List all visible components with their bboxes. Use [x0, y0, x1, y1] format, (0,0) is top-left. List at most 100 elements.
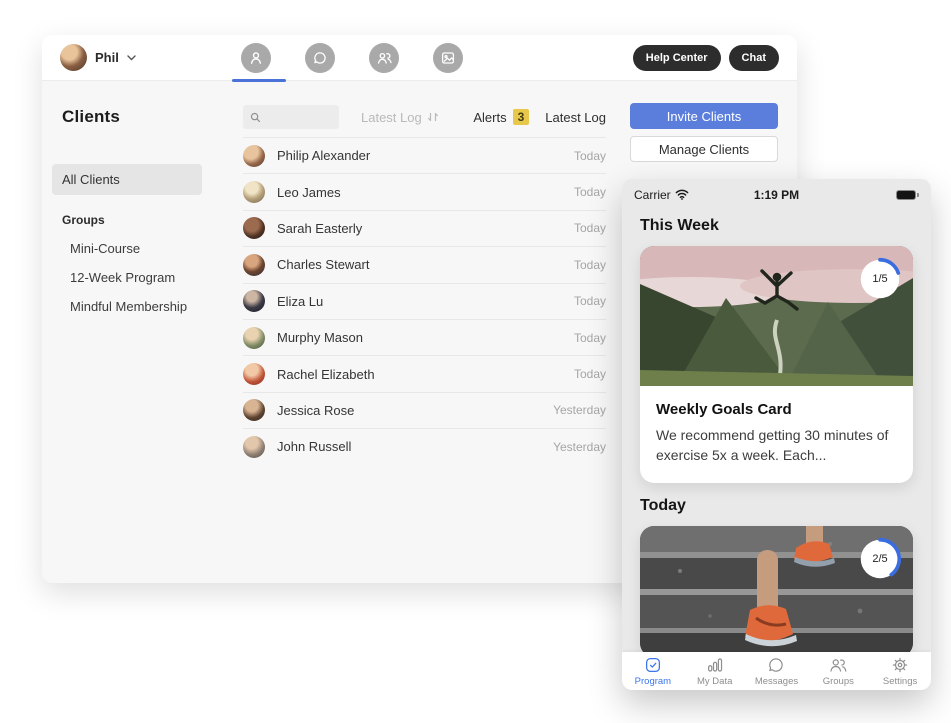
table-row[interactable]: Eliza Lu Today	[243, 282, 606, 319]
alerts-label: Alerts	[473, 109, 507, 125]
client-name: Eliza Lu	[277, 293, 324, 309]
card-description: We recommend getting 30 minutes of exerc…	[656, 427, 889, 464]
latest-log-column-header: Latest Log	[545, 109, 606, 125]
latest-log-value: Today	[573, 221, 606, 236]
list-controls: Latest Log Alerts 3 Latest Log	[243, 104, 606, 130]
latest-log-value: Today	[573, 367, 606, 382]
people-icon	[828, 656, 848, 674]
person-icon	[248, 50, 264, 66]
client-name: Leo James	[277, 184, 341, 200]
weekly-card-photo: 1/5	[640, 246, 913, 386]
nav-messages-tab[interactable]	[305, 43, 335, 73]
sidebar-item-12-week-program[interactable]: 12-Week Program	[62, 270, 243, 285]
avatar	[243, 253, 265, 276]
table-row[interactable]: Jessica Rose Yesterday	[243, 391, 606, 428]
alerts-count-badge: 3	[512, 109, 530, 125]
sort-arrows-icon	[427, 111, 439, 123]
sidebar-item-mindful-membership[interactable]: Mindful Membership	[62, 299, 243, 314]
latest-log-value: Yesterday	[553, 403, 606, 418]
progress-badge: 2/5	[858, 537, 902, 581]
user-menu[interactable]: Phil	[60, 44, 136, 71]
status-time: 1:19 PM	[753, 187, 800, 202]
sidebar-groups-heading: Groups	[62, 213, 105, 227]
progress-value: 2/5	[872, 552, 888, 565]
latest-log-value: Yesterday	[553, 439, 606, 454]
table-row[interactable]: Sarah Easterly Today	[243, 209, 606, 246]
latest-log-value: Today	[573, 294, 606, 309]
sort-label: Latest Log	[361, 109, 422, 125]
chat-button[interactable]: Chat	[728, 44, 779, 71]
client-name: Charles Stewart	[277, 257, 370, 273]
weekly-goals-card[interactable]: 1/5 Weekly Goals Card We recommend getti…	[640, 246, 913, 483]
top-bar: Phil Help Center Chat	[42, 35, 797, 82]
section-heading-this-week: This Week	[640, 217, 719, 234]
chevron-down-icon	[127, 54, 136, 61]
latest-log-value: Today	[573, 257, 606, 272]
tab-messages[interactable]: Messages	[746, 652, 808, 690]
avatar	[243, 363, 265, 386]
client-list-panel: Latest Log Alerts 3 Latest Log Philip Al…	[243, 81, 606, 465]
card-title: Weekly Goals Card	[656, 401, 792, 418]
avatar	[243, 217, 265, 240]
invite-clients-button[interactable]: Invite Clients	[630, 103, 778, 129]
chat-bubble-icon	[312, 50, 328, 66]
top-actions: Help Center Chat	[632, 44, 779, 71]
section-heading-today: Today	[640, 496, 686, 514]
avatar	[243, 326, 265, 349]
image-icon	[440, 50, 456, 66]
check-square-icon	[644, 656, 662, 674]
tab-label: Program	[634, 675, 672, 687]
client-name: Rachel Elizabeth	[277, 366, 375, 382]
tab-groups[interactable]: Groups	[807, 652, 869, 690]
tab-program[interactable]: Program	[622, 652, 684, 690]
help-center-button[interactable]: Help Center	[632, 44, 721, 71]
people-icon	[376, 50, 393, 66]
alerts-filter[interactable]: Alerts 3	[473, 109, 530, 125]
client-rows: Philip Alexander Today Leo James Today S…	[243, 137, 606, 465]
client-actions: Invite Clients Manage Clients	[630, 103, 778, 162]
gear-icon	[891, 656, 909, 674]
tab-label: My Data	[697, 675, 733, 687]
latest-log-value: Today	[573, 148, 606, 163]
nav-groups-tab[interactable]	[369, 43, 399, 73]
latest-log-value: Today	[573, 185, 606, 200]
avatar	[243, 435, 265, 458]
tab-label: Groups	[822, 675, 854, 687]
avatar	[243, 181, 265, 204]
page-title: Clients	[62, 107, 121, 126]
latest-log-value: Today	[573, 330, 606, 345]
sort-control[interactable]: Latest Log	[361, 110, 439, 125]
tab-settings[interactable]: Settings	[869, 652, 931, 690]
manage-clients-button[interactable]: Manage Clients	[630, 136, 778, 162]
user-name: Phil	[95, 50, 119, 65]
search-box[interactable]	[243, 105, 339, 129]
bar-chart-icon	[706, 656, 724, 674]
phone-tab-bar: Program My Data Messages Groups Settings	[622, 652, 931, 690]
sidebar-item-all-clients[interactable]: All Clients	[52, 164, 202, 195]
client-name: Jessica Rose	[277, 402, 355, 418]
user-avatar	[60, 44, 87, 71]
message-bubble-icon	[767, 656, 785, 674]
phone-mockup: Carrier 1:19 PM This Week 1/5 Weekly Goa…	[622, 179, 931, 690]
sidebar-item-mini-course[interactable]: Mini-Course	[62, 241, 243, 256]
avatar	[243, 144, 265, 167]
table-row[interactable]: Charles Stewart Today	[243, 246, 606, 282]
table-row[interactable]: Philip Alexander Today	[243, 137, 606, 173]
nav-media-tab[interactable]	[433, 43, 463, 73]
client-name: John Russell	[277, 439, 352, 455]
search-input[interactable]	[266, 110, 336, 124]
table-row[interactable]: Leo James Today	[243, 173, 606, 209]
table-row[interactable]: Rachel Elizabeth Today	[243, 355, 606, 391]
avatar	[243, 399, 265, 422]
tab-my-data[interactable]: My Data	[684, 652, 746, 690]
tab-label: Messages	[754, 675, 799, 687]
nav-clients-tab[interactable]	[241, 43, 271, 73]
main-nav	[241, 43, 463, 73]
today-goal-card[interactable]: 2/5	[640, 525, 913, 657]
search-icon	[250, 112, 261, 123]
table-row[interactable]: John Russell Yesterday	[243, 428, 606, 464]
avatar	[243, 290, 265, 313]
sidebar: Clients All Clients Groups Mini-Course 1…	[42, 81, 243, 583]
table-row[interactable]: Murphy Mason Today	[243, 318, 606, 355]
client-name: Philip Alexander	[277, 148, 371, 164]
